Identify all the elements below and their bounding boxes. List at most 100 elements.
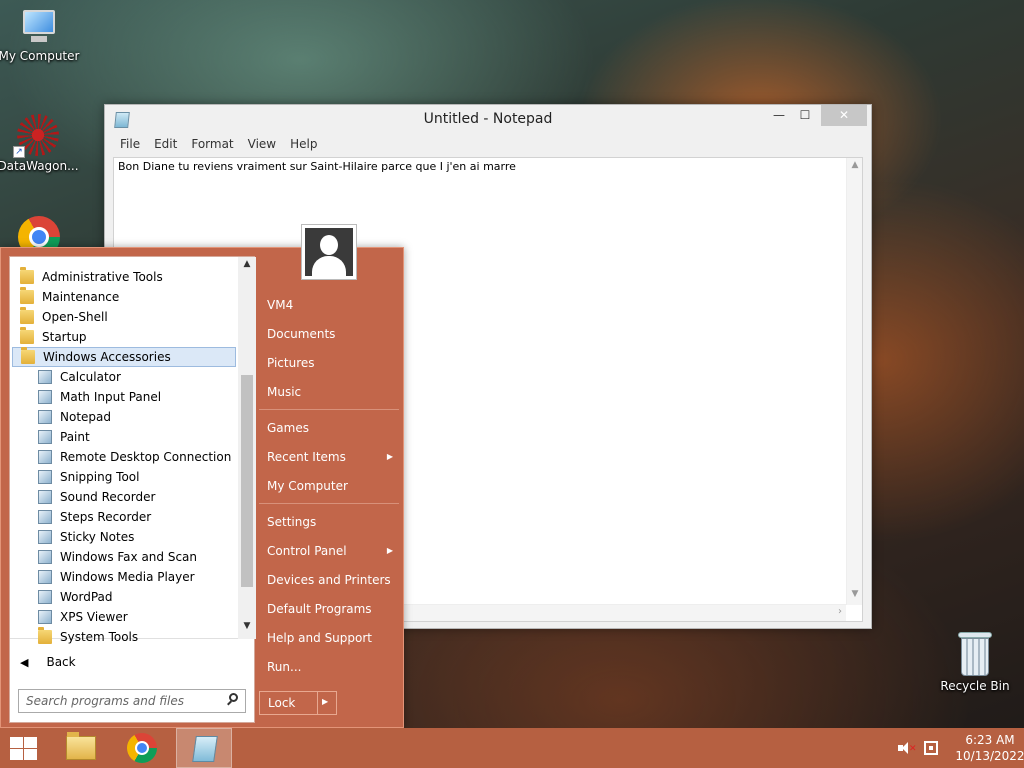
back-arrow-icon: ◀ (20, 655, 29, 669)
places-control-panel[interactable]: Control Panel ▶ (259, 538, 405, 564)
program-open-shell[interactable]: Open-Shell (10, 307, 238, 327)
desktop-icon-recycle-bin[interactable]: Recycle Bin (933, 632, 1017, 693)
places-devices-and-printers[interactable]: Devices and Printers (259, 567, 405, 593)
windows-logo-icon (10, 737, 23, 748)
wordpad-icon (38, 590, 52, 604)
computer-icon (19, 10, 59, 46)
places-my-computer[interactable]: My Computer (259, 473, 405, 499)
program-notepad[interactable]: Notepad (10, 407, 238, 427)
places-settings[interactable]: Settings (259, 509, 405, 535)
minimize-button[interactable]: — (765, 105, 793, 126)
places-vm4[interactable]: VM4 (259, 292, 405, 318)
taskbar-chrome[interactable] (114, 728, 170, 768)
notepad-icon (38, 410, 52, 424)
menu-format[interactable]: Format (184, 135, 240, 155)
program-fax-and-scan[interactable]: Windows Fax and Scan (10, 547, 238, 567)
snipping-tool-icon (38, 470, 52, 484)
places-default-programs[interactable]: Default Programs (259, 596, 405, 622)
program-media-player[interactable]: Windows Media Player (10, 567, 238, 587)
places-label: Recent Items (267, 450, 346, 464)
places-documents[interactable]: Documents (259, 321, 405, 347)
lock-button[interactable]: Lock ▶ (259, 691, 337, 715)
desktop-icon-my-computer[interactable]: My Computer (0, 10, 81, 63)
vertical-scrollbar[interactable]: ▲ ▼ (846, 158, 862, 605)
remote-desktop-icon (38, 450, 52, 464)
maximize-button[interactable]: ☐ (791, 105, 819, 126)
scroll-up-icon[interactable]: ▲ (238, 259, 256, 275)
places-label: Devices and Printers (267, 573, 391, 587)
search-input[interactable]: Search programs and files (18, 689, 246, 713)
program-label: Sound Recorder (60, 490, 156, 504)
scroll-down-icon[interactable]: ▼ (847, 589, 863, 603)
places-label: Help and Support (267, 631, 372, 645)
program-remote-desktop[interactable]: Remote Desktop Connection (10, 447, 238, 467)
network-icon[interactable] (924, 741, 938, 755)
menu-view[interactable]: View (241, 135, 283, 155)
places-help-and-support[interactable]: Help and Support (259, 625, 405, 651)
user-icon (305, 228, 353, 276)
scroll-right-icon[interactable]: › (838, 606, 842, 617)
program-label: Notepad (60, 410, 111, 424)
back-label: Back (46, 655, 76, 669)
program-system-tools[interactable]: System Tools (10, 627, 238, 647)
start-button[interactable] (8, 736, 38, 760)
menu-file[interactable]: File (113, 135, 147, 155)
places-music[interactable]: Music (259, 379, 405, 405)
menu-edit[interactable]: Edit (147, 135, 184, 155)
title-bar[interactable]: Untitled - Notepad — ☐ ✕ (105, 105, 871, 135)
program-sound-recorder[interactable]: Sound Recorder (10, 487, 238, 507)
program-label: Sticky Notes (60, 530, 135, 544)
speaker-muted-icon[interactable]: ✕ (898, 742, 917, 754)
program-paint[interactable]: Paint (10, 427, 238, 447)
places-label: Default Programs (267, 602, 372, 616)
desktop-icon-label: Recycle Bin (940, 679, 1010, 693)
program-maintenance[interactable]: Maintenance (10, 287, 238, 307)
desktop-icon-datawagon[interactable]: ↗ DataWagon... (0, 114, 80, 173)
scroll-thumb[interactable] (241, 375, 253, 587)
program-label: Startup (42, 330, 87, 344)
clock[interactable]: 6:23 AM 10/13/2022 (954, 732, 1024, 764)
program-label: Open-Shell (42, 310, 108, 324)
program-label: Paint (60, 430, 90, 444)
menu-help[interactable]: Help (283, 135, 324, 155)
places-recent-items[interactable]: Recent Items ▶ (259, 444, 405, 470)
places-label: Control Panel (267, 544, 347, 558)
notepad-icon (192, 736, 218, 762)
program-startup[interactable]: Startup (10, 327, 238, 347)
folder-icon (21, 347, 35, 364)
user-avatar[interactable] (301, 224, 357, 280)
fax-icon (38, 550, 52, 564)
file-explorer-icon (66, 732, 96, 760)
places-games[interactable]: Games (259, 415, 405, 441)
editor-content[interactable]: Bon Diane tu reviens vraiment sur Saint-… (118, 160, 516, 173)
program-wordpad[interactable]: WordPad (10, 587, 238, 607)
programs-scrollbar[interactable]: ▲ ▼ (238, 257, 256, 639)
close-button[interactable]: ✕ (821, 105, 867, 126)
program-label: XPS Viewer (60, 610, 128, 624)
program-administrative-tools[interactable]: Administrative Tools (10, 267, 238, 287)
search-icon[interactable] (227, 693, 239, 706)
places-run[interactable]: Run... (259, 654, 405, 680)
calculator-icon (38, 370, 52, 384)
program-calculator[interactable]: Calculator (10, 367, 238, 387)
scroll-up-icon[interactable]: ▲ (847, 160, 863, 174)
desktop-icon-label: DataWagon... (0, 159, 79, 173)
taskbar-file-explorer[interactable] (52, 728, 108, 768)
program-windows-accessories[interactable]: Windows Accessories (12, 347, 236, 367)
program-math-input-panel[interactable]: Math Input Panel (10, 387, 238, 407)
back-button[interactable]: ◀ Back (10, 651, 256, 673)
program-snipping-tool[interactable]: Snipping Tool (10, 467, 238, 487)
program-sticky-notes[interactable]: Sticky Notes (10, 527, 238, 547)
scroll-down-icon[interactable]: ▼ (238, 621, 256, 637)
microphone-icon (38, 490, 52, 504)
lock-label: Lock (268, 696, 296, 710)
menu-bar: File Edit Format View Help (105, 135, 871, 155)
program-label: Math Input Panel (60, 390, 162, 404)
places-pane: VM4 Documents Pictures Music Games Recen… (259, 224, 405, 729)
taskbar-notepad[interactable] (176, 728, 232, 768)
program-xps-viewer[interactable]: XPS Viewer (10, 607, 238, 627)
shutdown-options-arrow-icon[interactable]: ▶ (322, 697, 328, 706)
places-label: My Computer (267, 479, 348, 493)
program-steps-recorder[interactable]: Steps Recorder (10, 507, 238, 527)
places-pictures[interactable]: Pictures (259, 350, 405, 376)
